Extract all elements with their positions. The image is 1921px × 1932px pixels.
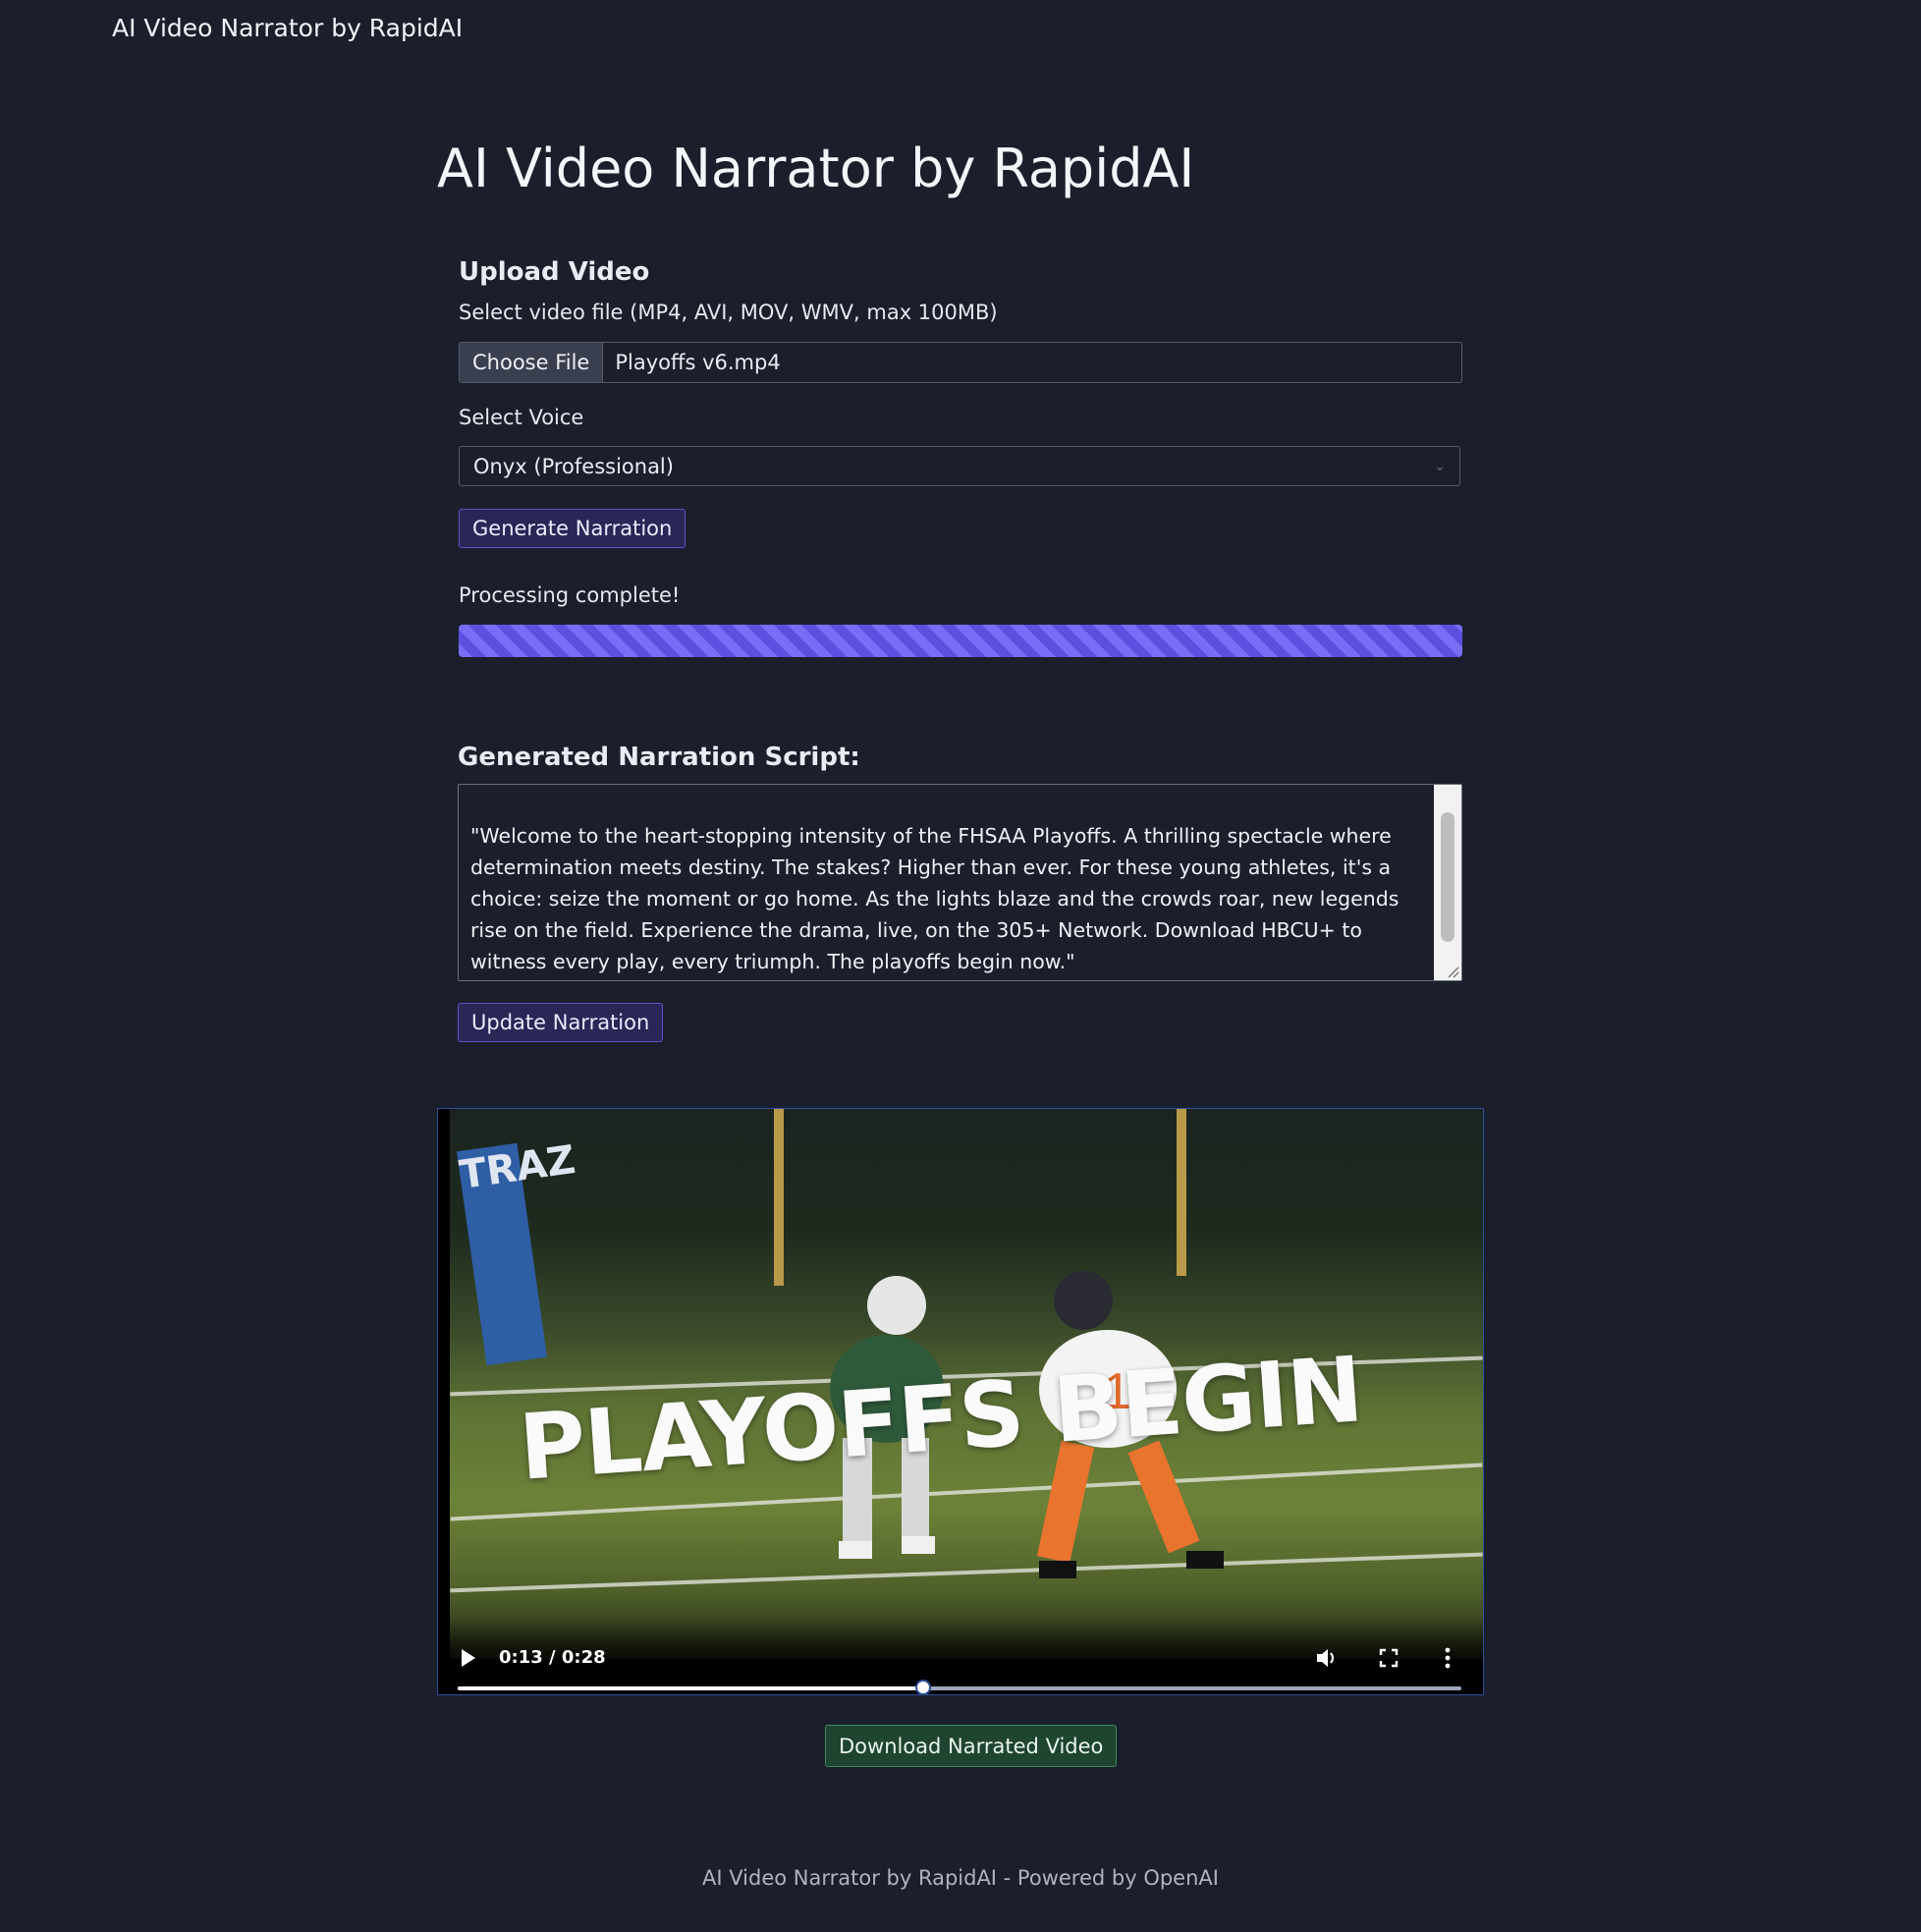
video-controls: 0:13 / 0:28 (438, 1620, 1483, 1694)
voice-select[interactable]: Onyx (Professional) ⌄ (459, 446, 1460, 486)
video-player[interactable]: TRAZ 1 PLAYOFFS BEGIN 0:13 / 0:28 (437, 1108, 1484, 1695)
seek-bar-fill (458, 1686, 924, 1690)
file-label: Select video file (MP4, AVI, MOV, WMV, m… (459, 301, 998, 324)
script-title: Generated Narration Script: (458, 743, 860, 772)
play-icon[interactable] (462, 1649, 475, 1667)
page-title: AI Video Narrator by RapidAI (437, 138, 1195, 199)
update-narration-button[interactable]: Update Narration (458, 1003, 664, 1042)
goalpost (1177, 1109, 1186, 1276)
generate-narration-button[interactable]: Generate Narration (459, 509, 686, 548)
seek-thumb[interactable] (915, 1680, 932, 1694)
file-input[interactable]: Choose File Playoffs v6.mp4 (459, 342, 1462, 383)
goalpost (774, 1109, 784, 1286)
seek-bar[interactable] (458, 1680, 1461, 1694)
volume-icon[interactable] (1315, 1647, 1339, 1669)
file-name: Playoffs v6.mp4 (615, 351, 781, 374)
status-text: Processing complete! (459, 583, 681, 607)
textarea-scrollbar[interactable] (1434, 785, 1461, 980)
voice-select-value: Onyx (Professional) (473, 454, 674, 478)
time-display: 0:13 / 0:28 (499, 1647, 606, 1668)
footer-text: AI Video Narrator by RapidAI - Powered b… (702, 1866, 1219, 1890)
choose-file-button[interactable]: Choose File (460, 343, 604, 382)
narration-textarea[interactable]: "Welcome to the heart-stopping intensity… (458, 784, 1462, 981)
goalpost-pad: TRAZ (456, 1137, 578, 1366)
more-options-icon[interactable] (1444, 1647, 1452, 1669)
progress-bar (459, 625, 1462, 657)
narration-text: "Welcome to the heart-stopping intensity… (470, 824, 1400, 973)
upload-section-title: Upload Video (459, 257, 650, 287)
chevron-down-icon: ⌄ (1434, 458, 1446, 474)
video-frame: TRAZ 1 PLAYOFFS BEGIN (450, 1109, 1483, 1659)
navbar-brand[interactable]: AI Video Narrator by RapidAI (112, 14, 463, 42)
resize-handle-icon[interactable] (1446, 965, 1459, 978)
download-narrated-video-button[interactable]: Download Narrated Video (825, 1725, 1118, 1767)
scrollbar-thumb[interactable] (1441, 812, 1454, 942)
fullscreen-icon[interactable] (1379, 1648, 1399, 1668)
voice-label: Select Voice (459, 406, 584, 429)
